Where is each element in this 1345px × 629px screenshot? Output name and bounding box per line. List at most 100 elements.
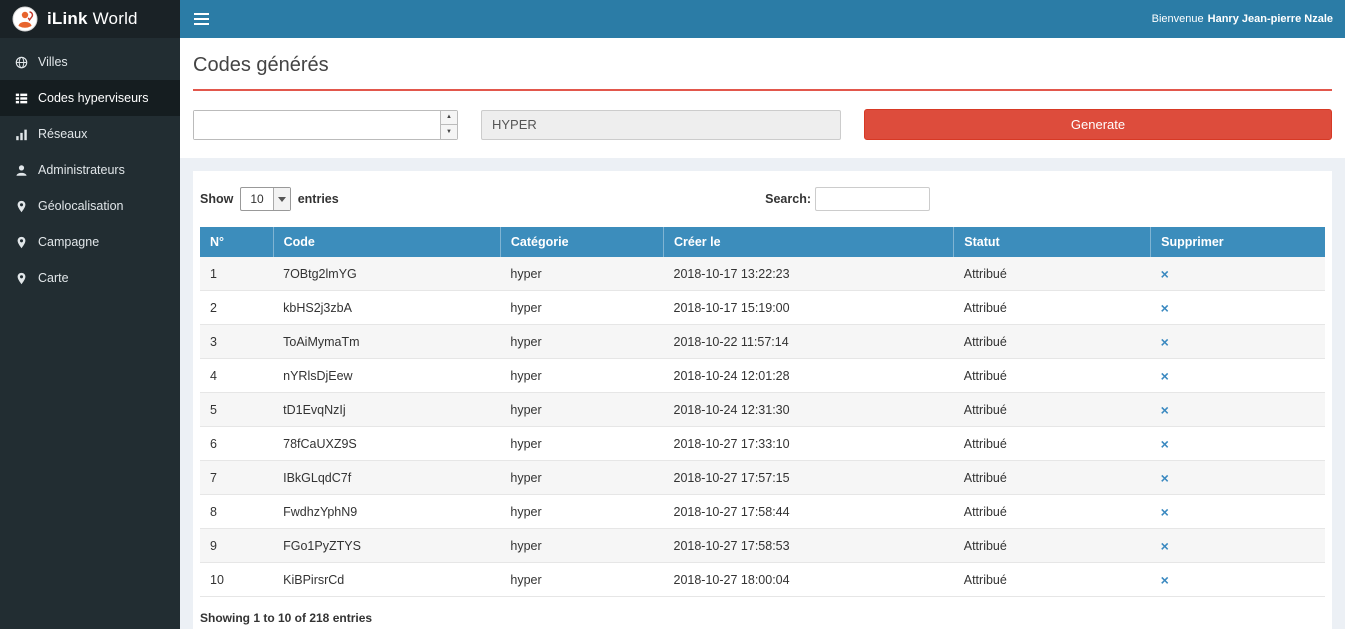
- cell-status: Attribué: [954, 495, 1151, 529]
- delete-icon[interactable]: ×: [1161, 470, 1169, 486]
- table-row: 4 nYRlsDjEew hyper 2018-10-24 12:01:28 A…: [200, 359, 1325, 393]
- quantity-input[interactable]: [194, 111, 440, 139]
- cell-status: Attribué: [954, 257, 1151, 291]
- search-group: Search:: [765, 187, 930, 211]
- sidebar-item-label: Campagne: [38, 235, 99, 249]
- generate-form: ▲ ▼ Generate: [180, 91, 1345, 140]
- delete-icon[interactable]: ×: [1161, 266, 1169, 282]
- brand[interactable]: iLink World: [0, 0, 180, 38]
- cell-status: Attribué: [954, 359, 1151, 393]
- delete-icon[interactable]: ×: [1161, 572, 1169, 588]
- delete-icon[interactable]: ×: [1161, 300, 1169, 316]
- table-row: 6 78fCaUXZ9S hyper 2018-10-27 17:33:10 A…: [200, 427, 1325, 461]
- sidebar-item-label: Carte: [38, 271, 69, 285]
- table-row: 7 IBkGLqdC7f hyper 2018-10-27 17:57:15 A…: [200, 461, 1325, 495]
- sidebar-item-geolocalisation[interactable]: Géolocalisation: [0, 188, 180, 224]
- table-row: 3 ToAiMymaTm hyper 2018-10-22 11:57:14 A…: [200, 325, 1325, 359]
- generate-button[interactable]: Generate: [864, 109, 1332, 140]
- welcome-name: Hanry Jean-pierre Nzale: [1208, 13, 1333, 25]
- brand-light: World: [93, 9, 138, 28]
- cell-created: 2018-10-27 17:33:10: [664, 427, 954, 461]
- cell-category: hyper: [500, 325, 663, 359]
- sidebar-item-label: Villes: [38, 55, 68, 69]
- cell-status: Attribué: [954, 427, 1151, 461]
- sidebar-item-administrateurs[interactable]: Administrateurs: [0, 152, 180, 188]
- header-statut[interactable]: Statut: [954, 227, 1151, 257]
- cell-category: hyper: [500, 495, 663, 529]
- sidebar-item-campagne[interactable]: Campagne: [0, 224, 180, 260]
- cell-num: 5: [200, 393, 273, 427]
- cell-code: kbHS2j3zbA: [273, 291, 500, 325]
- cell-num: 4: [200, 359, 273, 393]
- cell-status: Attribué: [954, 393, 1151, 427]
- cell-created: 2018-10-24 12:01:28: [664, 359, 954, 393]
- delete-icon[interactable]: ×: [1161, 436, 1169, 452]
- cell-num: 7: [200, 461, 273, 495]
- cell-code: FGo1PyZTYS: [273, 529, 500, 563]
- brand-bold: iLink: [47, 9, 88, 28]
- sidebar-item-villes[interactable]: Villes: [0, 44, 180, 80]
- cell-num: 6: [200, 427, 273, 461]
- header-num[interactable]: N°: [200, 227, 273, 257]
- stepper-up-icon[interactable]: ▲: [441, 111, 457, 126]
- cell-created: 2018-10-17 13:22:23: [664, 257, 954, 291]
- cell-category: hyper: [500, 563, 663, 597]
- codes-table: N° Code Catégorie Créer le Statut Suppri…: [200, 227, 1325, 597]
- sidebar-item-carte[interactable]: Carte: [0, 260, 180, 296]
- table-row: 1 7OBtg2lmYG hyper 2018-10-17 13:22:23 A…: [200, 257, 1325, 291]
- chevron-down-icon: [273, 188, 290, 210]
- header-categorie[interactable]: Catégorie: [500, 227, 663, 257]
- header-code[interactable]: Code: [273, 227, 500, 257]
- delete-icon[interactable]: ×: [1161, 402, 1169, 418]
- header-supprimer[interactable]: Supprimer: [1151, 227, 1325, 257]
- cell-code: IBkGLqdC7f: [273, 461, 500, 495]
- cell-category: hyper: [500, 257, 663, 291]
- delete-icon[interactable]: ×: [1161, 368, 1169, 384]
- sidebar-item-label: Réseaux: [38, 127, 87, 141]
- show-entries-group: Show 10 entries: [200, 187, 339, 211]
- list-icon: [15, 92, 28, 105]
- sidebar: Villes Codes hyperviseurs Réseaux Admini…: [0, 38, 180, 629]
- table-row: 10 KiBPirsrCd hyper 2018-10-27 18:00:04 …: [200, 563, 1325, 597]
- cell-created: 2018-10-27 17:58:53: [664, 529, 954, 563]
- cell-status: Attribué: [954, 461, 1151, 495]
- cell-category: hyper: [500, 461, 663, 495]
- sidebar-item-reseaux[interactable]: Réseaux: [0, 116, 180, 152]
- app-logo-icon: [12, 6, 38, 32]
- cell-created: 2018-10-27 17:58:44: [664, 495, 954, 529]
- user-menu[interactable]: Bienvenue Hanry Jean-pierre Nzale: [1152, 0, 1345, 38]
- page-length-select[interactable]: 10: [240, 187, 290, 211]
- cell-created: 2018-10-17 15:19:00: [664, 291, 954, 325]
- cell-category: hyper: [500, 359, 663, 393]
- signal-bars-icon: [15, 128, 28, 141]
- cell-delete: ×: [1151, 529, 1325, 563]
- cell-delete: ×: [1151, 495, 1325, 529]
- category-field[interactable]: [481, 110, 841, 140]
- cell-num: 2: [200, 291, 273, 325]
- codes-table-panel: Show 10 entries Search: N° Code Cat: [193, 171, 1332, 629]
- user-icon: [15, 164, 28, 177]
- cell-code: nYRlsDjEew: [273, 359, 500, 393]
- search-input[interactable]: [815, 187, 930, 211]
- table-info: Showing 1 to 10 of 218 entries: [200, 611, 1325, 625]
- table-row: 5 tD1EvqNzIj hyper 2018-10-24 12:31:30 A…: [200, 393, 1325, 427]
- header-creer-le[interactable]: Créer le: [664, 227, 954, 257]
- top-navbar: iLink World Bienvenue Hanry Jean-pierre …: [0, 0, 1345, 38]
- welcome-prefix: Bienvenue: [1152, 13, 1204, 25]
- delete-icon[interactable]: ×: [1161, 504, 1169, 520]
- delete-icon[interactable]: ×: [1161, 334, 1169, 350]
- cell-code: 78fCaUXZ9S: [273, 427, 500, 461]
- entries-label: entries: [298, 192, 339, 206]
- table-controls: Show 10 entries Search:: [200, 187, 1325, 211]
- cell-status: Attribué: [954, 291, 1151, 325]
- map-pin-icon: [15, 236, 28, 249]
- cell-created: 2018-10-27 18:00:04: [664, 563, 954, 597]
- cell-category: hyper: [500, 529, 663, 563]
- sidebar-item-codes-hyperviseurs[interactable]: Codes hyperviseurs: [0, 80, 180, 116]
- cell-status: Attribué: [954, 325, 1151, 359]
- search-label: Search:: [765, 192, 811, 206]
- cell-code: 7OBtg2lmYG: [273, 257, 500, 291]
- stepper-down-icon[interactable]: ▼: [441, 125, 457, 139]
- sidebar-toggle-icon[interactable]: [180, 0, 222, 38]
- delete-icon[interactable]: ×: [1161, 538, 1169, 554]
